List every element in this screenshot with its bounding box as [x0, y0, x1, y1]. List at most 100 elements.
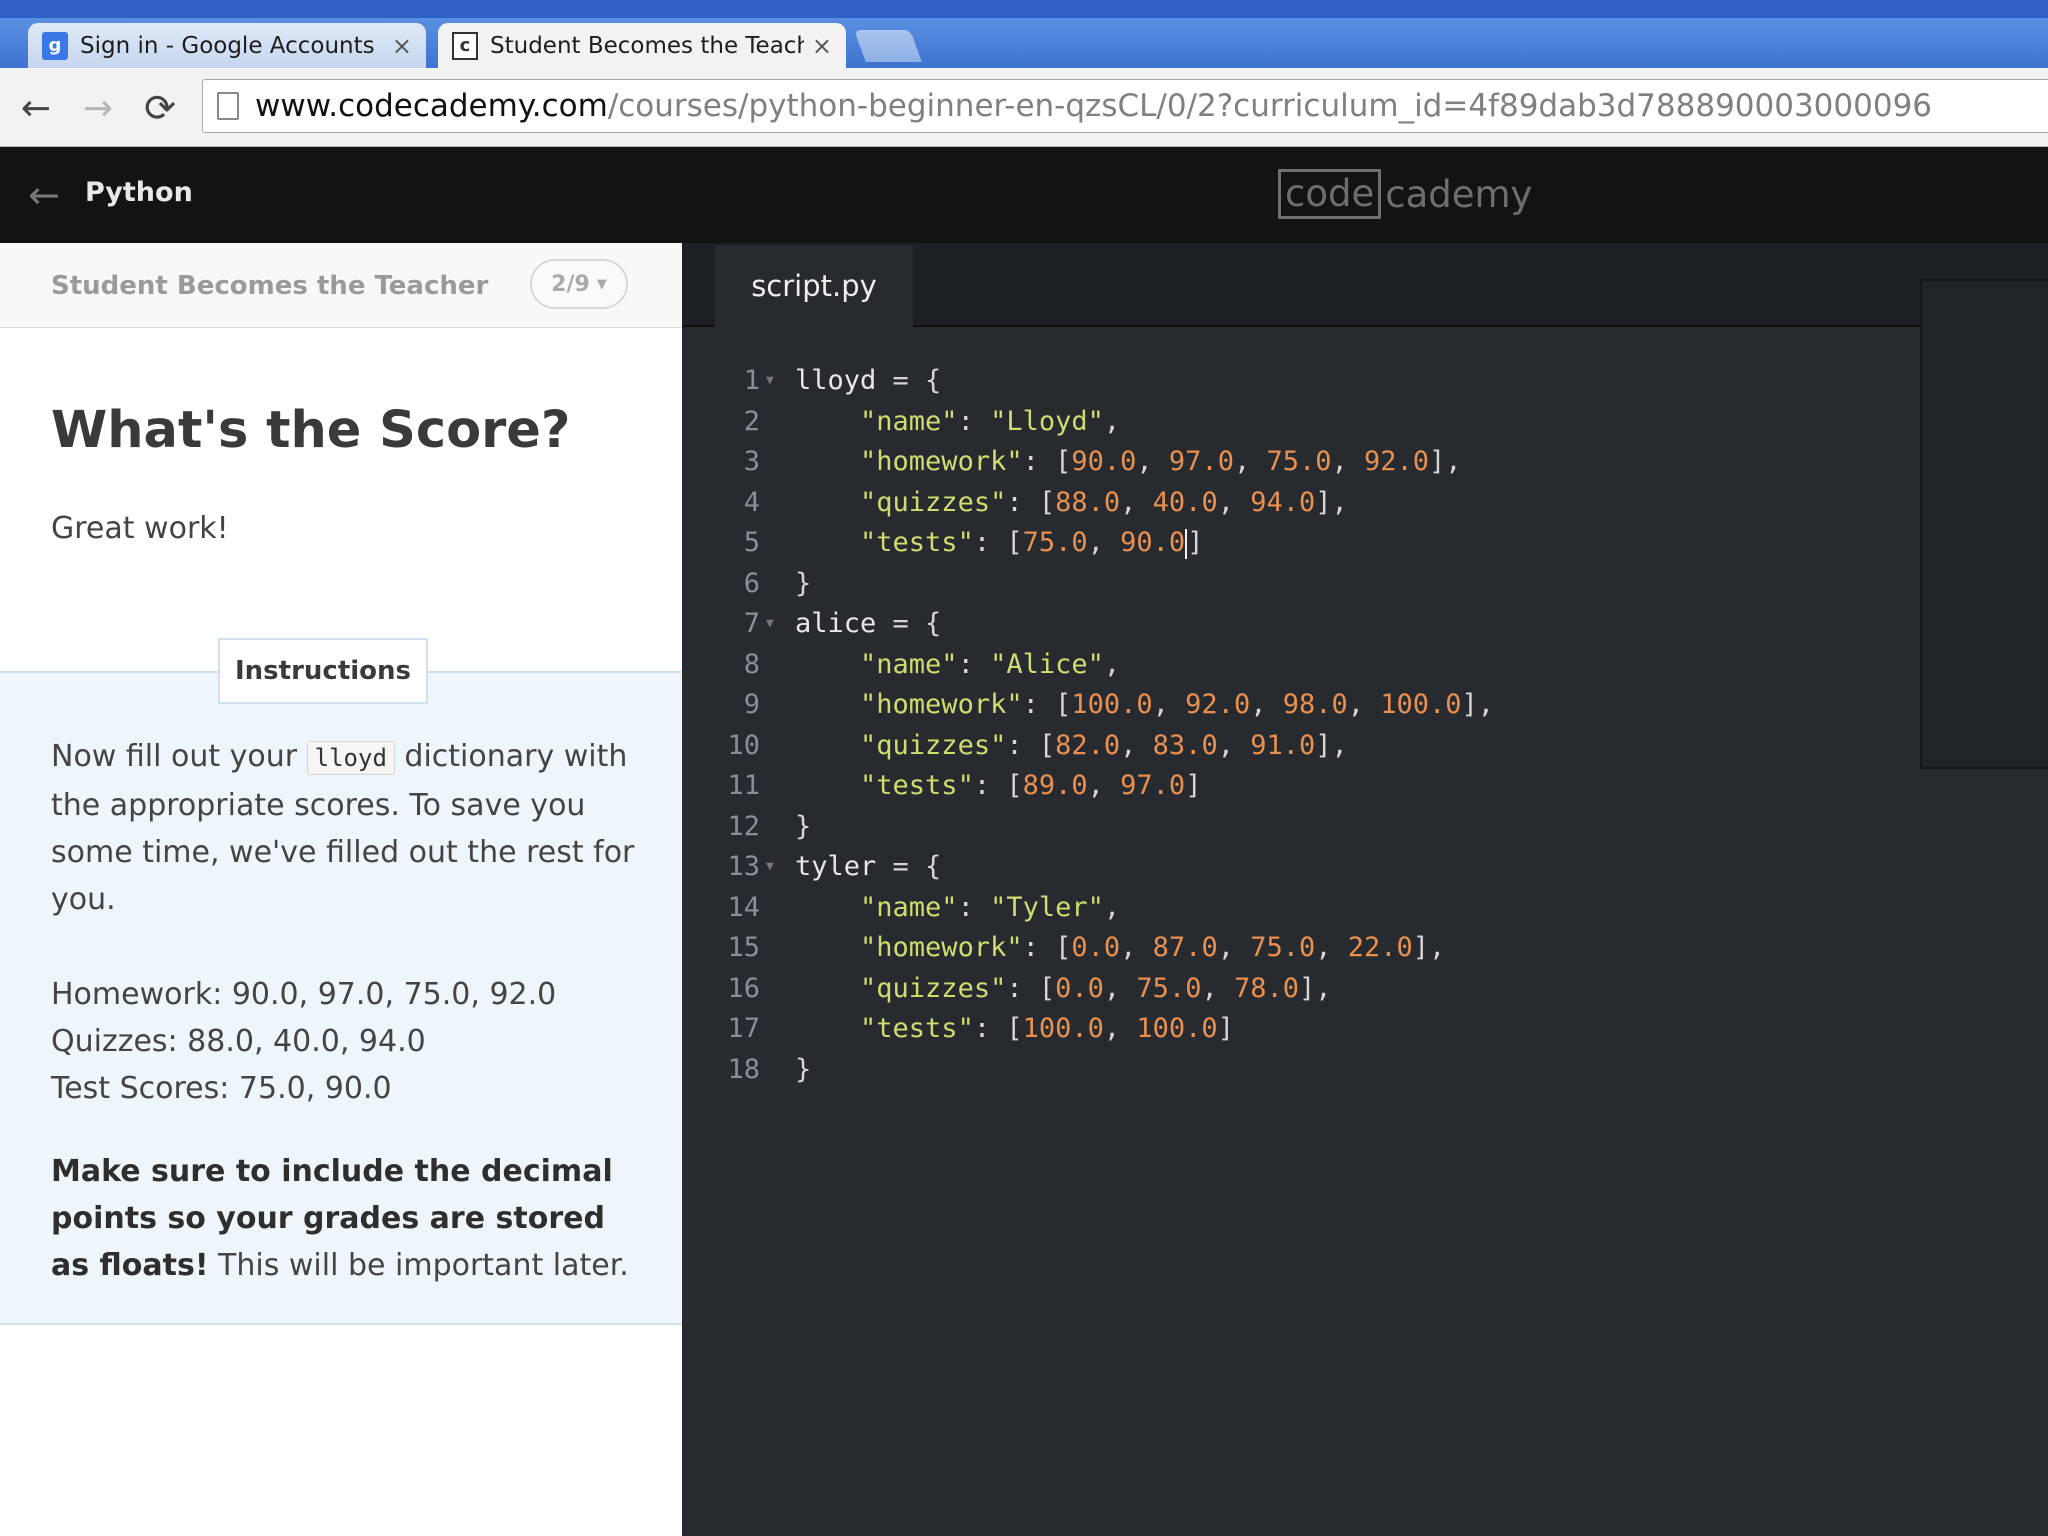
code-line[interactable]: 17 "tests": [100.0, 100.0]: [682, 1009, 2048, 1050]
new-tab-button[interactable]: [854, 30, 922, 62]
code-token: 75.0: [1136, 972, 1202, 1004]
code-text: "quizzes": [0.0, 75.0, 78.0],: [795, 969, 1332, 1010]
code-token: "quizzes": [860, 972, 1007, 1004]
arrow-left-icon[interactable]: ←: [28, 173, 60, 217]
line-number: 11: [727, 770, 760, 801]
course-title[interactable]: Python: [85, 177, 193, 208]
code-token: ,: [1233, 446, 1267, 477]
code-token: "Lloyd": [990, 405, 1104, 437]
code-token: : [: [973, 770, 1023, 801]
chevron-down-icon: ▼: [596, 276, 607, 292]
code-line[interactable]: 9 "homework": [100.0, 92.0, 98.0, 100.0]…: [682, 685, 2048, 726]
code-line[interactable]: 8 "name": "Alice",: [682, 645, 2048, 686]
code-line[interactable]: 7 ▼ alice = {: [682, 604, 2048, 645]
code-token: ,: [1103, 1013, 1137, 1044]
line-number: 9: [743, 689, 760, 720]
code-token: 40.0: [1152, 486, 1218, 518]
code-token: 97.0: [1168, 446, 1234, 477]
code-token: lloyd: [795, 365, 877, 396]
code-line[interactable]: 18}: [682, 1050, 2048, 1091]
line-number: 13: [727, 851, 760, 882]
line-number: 8: [743, 648, 760, 680]
line-number: 18: [727, 1053, 760, 1085]
code-token: = {: [876, 608, 942, 639]
code-line[interactable]: 4 "quizzes": [88.0, 40.0, 94.0],: [682, 483, 2048, 524]
code-token: :: [957, 648, 991, 680]
lesson-panel: Student Becomes the Teacher 2/9 ▼ What's…: [0, 243, 682, 1536]
code-line[interactable]: 14 "name": "Tyler",: [682, 888, 2048, 929]
code-token: 97.0: [1120, 770, 1186, 801]
code-line[interactable]: 5 "tests": [75.0, 90.0]: [682, 523, 2048, 564]
code-line[interactable]: 11 "tests": [89.0, 97.0]: [682, 766, 2048, 807]
code-token: ,: [1347, 689, 1381, 720]
tab-title: Sign in - Google Accounts: [80, 32, 375, 59]
code-token: 91.0: [1250, 729, 1316, 761]
scores-list: Homework: 90.0, 97.0, 75.0, 92.0 Quizzes…: [51, 971, 651, 1112]
code-token: "name": [860, 648, 958, 680]
code-editor: script.py 1 ▼ lloyd = {2 "name": "Lloyd", 3…: [682, 243, 2048, 1536]
score-line: Quizzes: 88.0, 40.0, 94.0: [51, 1024, 426, 1059]
tab-codecademy-lesson[interactable]: c Student Becomes the Teache ×: [438, 23, 846, 68]
code-token: ,: [1331, 446, 1365, 477]
line-number: 14: [727, 891, 760, 923]
line-number: 15: [727, 932, 760, 963]
code-token: "tests": [860, 1013, 974, 1044]
code-line[interactable]: 10 "quizzes": [82.0, 83.0, 91.0],: [682, 726, 2048, 767]
score-line: Homework: 90.0, 97.0, 75.0, 92.0: [51, 977, 557, 1012]
tab-strip: g Sign in - Google Accounts × c Student …: [0, 18, 2048, 68]
code-token: ,: [1201, 972, 1234, 1004]
close-icon[interactable]: ×: [392, 32, 412, 60]
code-line[interactable]: 3 "homework": [90.0, 97.0, 75.0, 92.0],: [682, 442, 2048, 483]
code-line[interactable]: 2 "name": "Lloyd",: [682, 402, 2048, 443]
code-token: }: [795, 567, 812, 599]
code-line[interactable]: 12}: [682, 807, 2048, 848]
code-token: ,: [1152, 689, 1186, 720]
code-token: = {: [876, 365, 942, 396]
code-token: "Alice": [990, 648, 1104, 680]
code-token: ,: [1217, 932, 1251, 963]
code-token: ,: [1120, 932, 1153, 963]
code-token: "homework": [860, 446, 1023, 477]
code-token: 89.0: [1022, 770, 1088, 801]
code-text: "quizzes": [88.0, 40.0, 94.0],: [795, 483, 1348, 524]
code-line[interactable]: 6}: [682, 564, 2048, 605]
exercise-progress-dropdown[interactable]: 2/9 ▼: [530, 259, 628, 309]
window-frame: [0, 0, 2048, 18]
code-token: 100.0: [1380, 689, 1462, 720]
codecademy-logo[interactable]: code cademy: [1278, 169, 1532, 219]
fold-arrow-icon[interactable]: ▼: [766, 604, 774, 645]
site-header: ← Python code cademy: [0, 147, 2048, 243]
code-token: : [: [1022, 932, 1072, 963]
google-favicon-icon: g: [42, 31, 68, 60]
code-line[interactable]: 15 "homework": [0.0, 87.0, 75.0, 22.0],: [682, 928, 2048, 969]
code-token: 98.0: [1282, 689, 1348, 720]
code-line[interactable]: 1 ▼ lloyd = {: [682, 361, 2048, 402]
code-token: ,: [1103, 405, 1121, 437]
code-token: "homework": [860, 932, 1023, 963]
code-text: }: [795, 1050, 811, 1091]
reload-button[interactable]: ⟳: [138, 86, 182, 130]
code-token: ],: [1299, 972, 1332, 1004]
close-icon[interactable]: ×: [812, 32, 832, 60]
address-bar[interactable]: www.codecademy.com/courses/python-beginn…: [202, 79, 2048, 133]
code-token: ,: [1136, 446, 1169, 477]
fold-arrow-icon[interactable]: ▼: [766, 361, 774, 402]
instructions-text: Now fill out your lloyd dictionary with …: [51, 739, 635, 917]
code-token: ,: [1103, 972, 1137, 1004]
code-line[interactable]: 16 "quizzes": [0.0, 75.0, 78.0],: [682, 969, 2048, 1010]
back-button[interactable]: ←: [14, 86, 58, 130]
code-area[interactable]: 1 ▼ lloyd = {2 "name": "Lloyd", 3 "homework…: [682, 361, 2048, 1090]
code-line[interactable]: 13 ▼ tyler = {: [682, 847, 2048, 888]
forward-button[interactable]: →: [76, 86, 120, 130]
tab-google-sign-in[interactable]: g Sign in - Google Accounts ×: [28, 23, 426, 68]
line-number: 7: [743, 608, 760, 639]
file-tab-script-py[interactable]: script.py: [715, 245, 913, 327]
fold-arrow-icon[interactable]: ▼: [766, 847, 774, 888]
code-text: "tests": [100.0, 100.0]: [795, 1009, 1234, 1050]
code-token: "name": [860, 891, 958, 923]
code-token: : [: [1022, 689, 1072, 720]
